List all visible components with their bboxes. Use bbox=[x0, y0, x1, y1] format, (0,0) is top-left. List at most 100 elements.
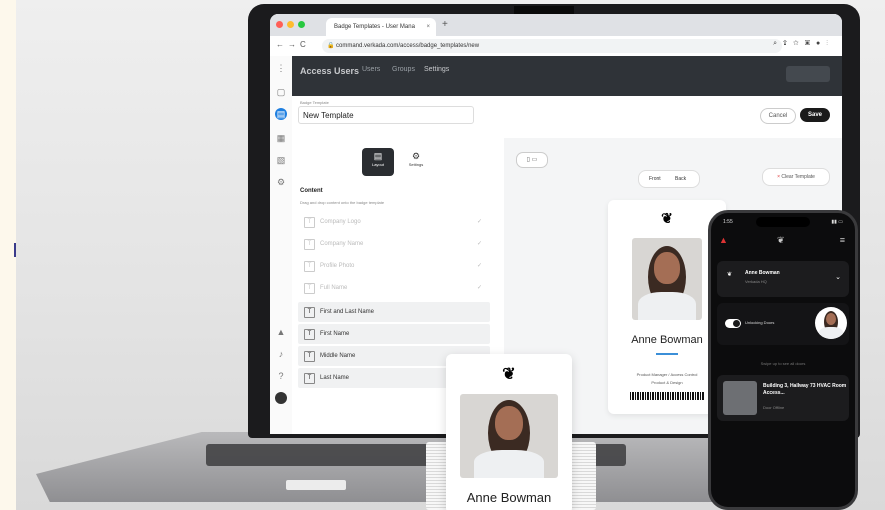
phone-user-name: Anne Bowman bbox=[745, 270, 780, 276]
share-icon[interactable]: ⇪ bbox=[783, 40, 793, 47]
field-label: Company Name bbox=[320, 241, 364, 247]
alert-icon[interactable]: ▲ bbox=[719, 235, 728, 245]
portrait-icon[interactable]: ▯ bbox=[527, 157, 530, 163]
apps-grid-icon[interactable]: ⋮ bbox=[275, 62, 287, 74]
window-controls bbox=[276, 21, 305, 28]
field-label: First and Last Name bbox=[320, 309, 375, 315]
company-logo-icon: ❦ bbox=[502, 366, 516, 383]
field-first-and-last-name[interactable]: T First and Last Name bbox=[298, 302, 490, 322]
field-label: Middle Name bbox=[320, 353, 356, 359]
settings-icon[interactable]: ⚙ bbox=[275, 176, 287, 188]
text-field-icon: T bbox=[304, 351, 315, 362]
front-button[interactable]: Front bbox=[649, 171, 661, 187]
clear-template-label: Clear Template bbox=[781, 174, 815, 180]
layout-icon: ▤ bbox=[373, 151, 383, 161]
text-field-icon: T bbox=[304, 329, 315, 340]
phone-device: 1:55 ▮▮ ▭ ▲ ❦ ≡ ❦ Anne Bowman Verkada HQ… bbox=[708, 210, 858, 510]
settings-tab[interactable]: ⚙ Settings bbox=[400, 148, 432, 176]
app-topnav: Access Users Users Groups Settings bbox=[292, 56, 842, 96]
field-company-name[interactable]: T Company Name ✓ bbox=[298, 234, 490, 254]
minimize-window-button[interactable] bbox=[287, 21, 294, 28]
tab-users[interactable]: Users bbox=[362, 66, 380, 73]
orientation-toggle[interactable]: ▯ ▭ bbox=[516, 152, 548, 168]
profile-icon[interactable]: ● bbox=[816, 40, 826, 47]
side-switcher: Front Back bbox=[638, 170, 700, 188]
access-icon[interactable]: ▤ bbox=[275, 108, 287, 120]
close-window-button[interactable] bbox=[276, 21, 283, 28]
door-status: Door Offline bbox=[763, 405, 785, 410]
field-full-name[interactable]: T Full Name ✓ bbox=[298, 278, 490, 298]
menu-icon[interactable]: ⋮ bbox=[826, 40, 834, 47]
page-title: Access Users bbox=[300, 66, 360, 76]
zoom-icon[interactable]: ⌕ bbox=[773, 40, 783, 47]
save-button[interactable]: Save bbox=[800, 108, 830, 122]
status-time: 1:55 bbox=[723, 219, 733, 225]
hamburger-icon[interactable]: ≡ bbox=[840, 235, 845, 245]
alerts-icon[interactable]: ▲ bbox=[275, 326, 287, 338]
landscape-icon[interactable]: ▭ bbox=[532, 157, 538, 163]
layout-tab[interactable]: ▤ Layout bbox=[362, 148, 394, 176]
laptop-base bbox=[36, 432, 726, 502]
close-icon: × bbox=[777, 174, 780, 180]
sidepanel-icon[interactable]: ▣ bbox=[805, 40, 816, 47]
account-switcher[interactable]: ❦ Anne Bowman Verkada HQ ⌄ bbox=[717, 261, 849, 297]
new-tab-button[interactable]: + bbox=[442, 19, 448, 30]
gear-icon: ⚙ bbox=[411, 151, 421, 161]
cancel-button[interactable]: Cancel bbox=[760, 108, 796, 124]
reports-icon[interactable]: ▧ bbox=[275, 154, 287, 166]
bell-icon[interactable]: ♪ bbox=[275, 348, 287, 360]
printed-badge: ❦ Anne Bowman bbox=[446, 354, 572, 510]
laptop-trackpad bbox=[286, 480, 346, 490]
signal-battery-icon: ▮▮ ▭ bbox=[831, 219, 843, 225]
profile-photo bbox=[632, 238, 702, 320]
printed-badge-name: Anne Bowman bbox=[466, 490, 552, 505]
url-text: command.verkada.com/access/badge_templat… bbox=[336, 43, 480, 49]
verkada-logo-icon: ❦ bbox=[727, 272, 733, 278]
name-accent-line bbox=[656, 353, 678, 355]
phone-header: ▲ ❦ ≡ bbox=[719, 235, 849, 245]
clear-template-button[interactable]: × Clear Template bbox=[762, 168, 830, 186]
tab-settings[interactable]: Settings bbox=[424, 66, 449, 73]
field-first-name[interactable]: T First Name bbox=[298, 324, 490, 344]
text-field-icon: T bbox=[304, 373, 315, 384]
back-button[interactable]: Back bbox=[675, 171, 686, 187]
cameras-icon[interactable]: ▢ bbox=[275, 86, 287, 98]
field-company-logo[interactable]: T Company Logo ✓ bbox=[298, 212, 490, 232]
field-label: First Name bbox=[320, 331, 350, 337]
field-profile-photo[interactable]: T Profile Photo ✓ bbox=[298, 256, 490, 276]
unlocking-label: Unlocking Doors bbox=[745, 320, 775, 325]
maximize-window-button[interactable] bbox=[298, 21, 305, 28]
phone-user-org: Verkada HQ bbox=[745, 279, 767, 284]
field-label: Last Name bbox=[320, 375, 350, 381]
back-icon[interactable]: ← bbox=[276, 40, 288, 49]
phone-notch bbox=[756, 217, 810, 227]
browser-tab[interactable]: Badge Templates - User Mana × bbox=[326, 18, 436, 36]
browser-tabbar: Badge Templates - User Mana × + bbox=[270, 14, 842, 36]
tab-title: Badge Templates - User Mana bbox=[334, 24, 415, 30]
tab-groups[interactable]: Groups bbox=[392, 66, 415, 73]
tab-close-icon[interactable]: × bbox=[426, 18, 430, 36]
star-icon[interactable]: ☆ bbox=[793, 40, 805, 47]
content-heading: Content bbox=[300, 188, 323, 194]
user-avatar[interactable] bbox=[275, 392, 287, 404]
text-field-icon: T bbox=[304, 239, 315, 250]
calendar-icon[interactable]: ▦ bbox=[275, 132, 287, 144]
reload-icon[interactable]: C bbox=[300, 40, 310, 49]
help-icon[interactable]: ? bbox=[275, 370, 287, 382]
check-icon: ✓ bbox=[476, 241, 482, 247]
unlocking-toggle[interactable] bbox=[725, 319, 741, 328]
field-label: Profile Photo bbox=[320, 263, 355, 269]
phone-avatar bbox=[815, 307, 847, 339]
nav-controls: ←→C bbox=[276, 40, 310, 49]
topnav-action-button[interactable] bbox=[786, 66, 830, 82]
url-field[interactable]: 🔒 command.verkada.com/access/badge_templ… bbox=[322, 39, 782, 53]
settings-tab-label: Settings bbox=[408, 162, 424, 167]
browser-tools: ⌕⇪☆▣●⋮ bbox=[773, 40, 834, 48]
text-field-icon: T bbox=[304, 283, 315, 294]
content-hint: Drag and drop content onto the badge tem… bbox=[300, 200, 385, 205]
forward-icon[interactable]: → bbox=[288, 40, 300, 49]
text-field-icon: T bbox=[304, 261, 315, 272]
template-name-input[interactable]: New Template bbox=[298, 106, 474, 124]
door-card[interactable]: Building 3, Hallway 73 HVAC Room Access.… bbox=[717, 375, 849, 421]
badge-barcode bbox=[630, 392, 704, 400]
